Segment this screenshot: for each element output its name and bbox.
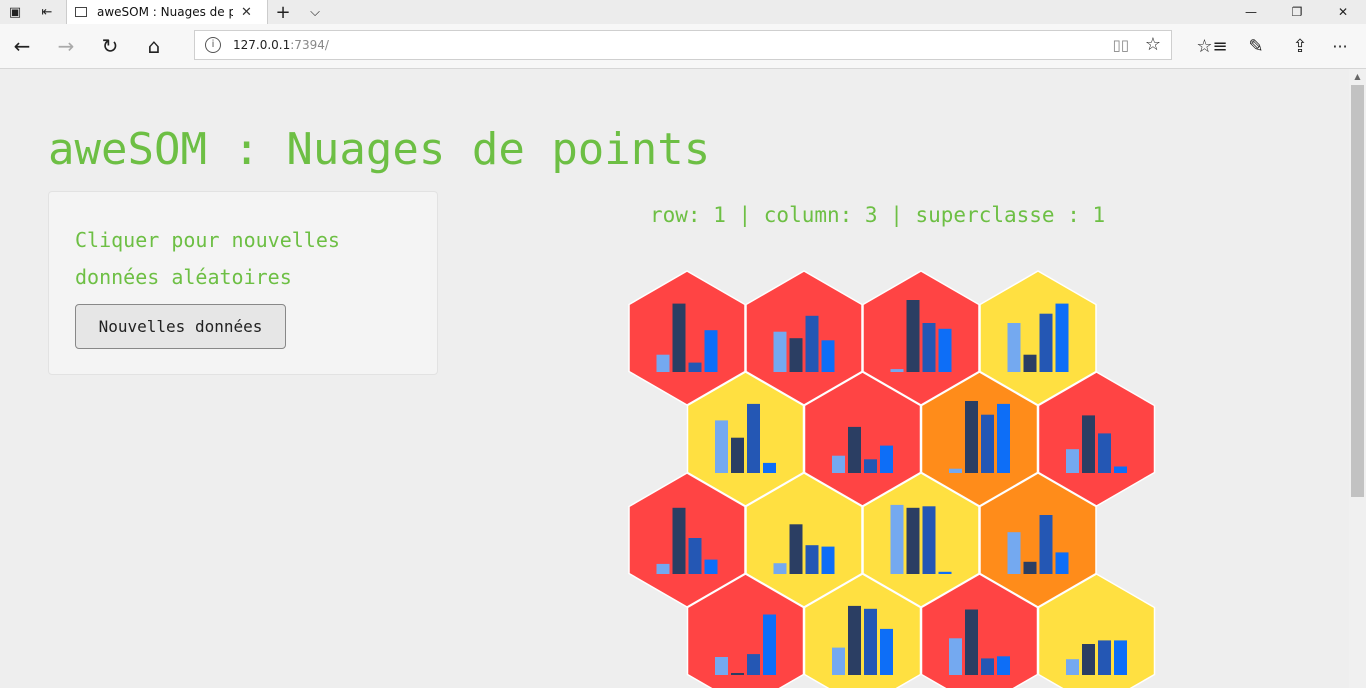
som-bar <box>704 330 718 372</box>
som-bar <box>981 658 994 675</box>
som-bar <box>1007 323 1021 372</box>
som-bar <box>965 401 978 473</box>
som-bar <box>1023 354 1037 372</box>
som-bar <box>864 608 877 675</box>
som-bar <box>1055 552 1069 574</box>
som-bar <box>965 609 978 675</box>
som-bar <box>763 462 776 473</box>
som-bar <box>832 647 845 675</box>
som-bar <box>805 315 819 372</box>
som-bar <box>773 331 787 372</box>
som-bar <box>938 571 952 574</box>
som-bar <box>997 656 1010 675</box>
scroll-thumb[interactable] <box>1351 85 1364 497</box>
som-bar <box>1066 659 1079 675</box>
som-bar <box>1039 515 1053 574</box>
som-bar <box>906 507 920 574</box>
som-bar <box>704 559 718 574</box>
som-bar <box>864 459 877 473</box>
som-bar <box>1055 303 1069 372</box>
som-bar <box>1039 313 1053 372</box>
som-bar <box>997 403 1010 473</box>
som-bar <box>848 426 861 473</box>
som-bar <box>922 323 936 372</box>
som-bar <box>688 362 702 372</box>
som-bar <box>763 614 776 675</box>
som-bar <box>890 369 904 372</box>
som-bar <box>938 328 952 372</box>
som-bar <box>880 628 893 675</box>
som-bar <box>880 445 893 473</box>
som-bar <box>1114 466 1127 473</box>
som-bar <box>672 303 686 372</box>
som-bar <box>789 524 803 574</box>
som-bar <box>656 563 670 574</box>
som-bar <box>773 563 787 574</box>
som-bar <box>949 638 962 675</box>
som-bar <box>949 468 962 473</box>
som-bar <box>848 605 861 675</box>
som-bar <box>1007 532 1021 574</box>
som-bar <box>906 300 920 372</box>
som-bar <box>821 340 835 372</box>
som-bar <box>922 506 936 574</box>
som-bar <box>1023 561 1037 574</box>
som-bar <box>890 504 904 574</box>
som-bar <box>981 414 994 473</box>
som-bar <box>1082 644 1095 675</box>
som-bar <box>1098 433 1111 473</box>
som-bar <box>731 437 744 473</box>
som-bar <box>1098 640 1111 675</box>
som-bar <box>656 354 670 372</box>
som-bar <box>731 673 744 675</box>
som-bar <box>715 420 728 473</box>
som-bar <box>1066 449 1079 473</box>
som-bar <box>821 546 835 574</box>
som-hex-grid <box>628 270 1156 688</box>
som-bar <box>672 507 686 574</box>
som-bar <box>715 657 728 675</box>
som-bar <box>688 538 702 574</box>
scroll-up-icon[interactable]: ▲ <box>1349 69 1366 85</box>
som-bar <box>1114 640 1127 675</box>
som-bar <box>805 545 819 574</box>
som-bar <box>789 338 803 372</box>
scrollbar[interactable]: ▲ <box>1349 69 1366 688</box>
som-bar <box>832 455 845 473</box>
som-bar <box>1082 415 1095 473</box>
som-bar <box>747 403 760 473</box>
som-bar <box>747 654 760 675</box>
